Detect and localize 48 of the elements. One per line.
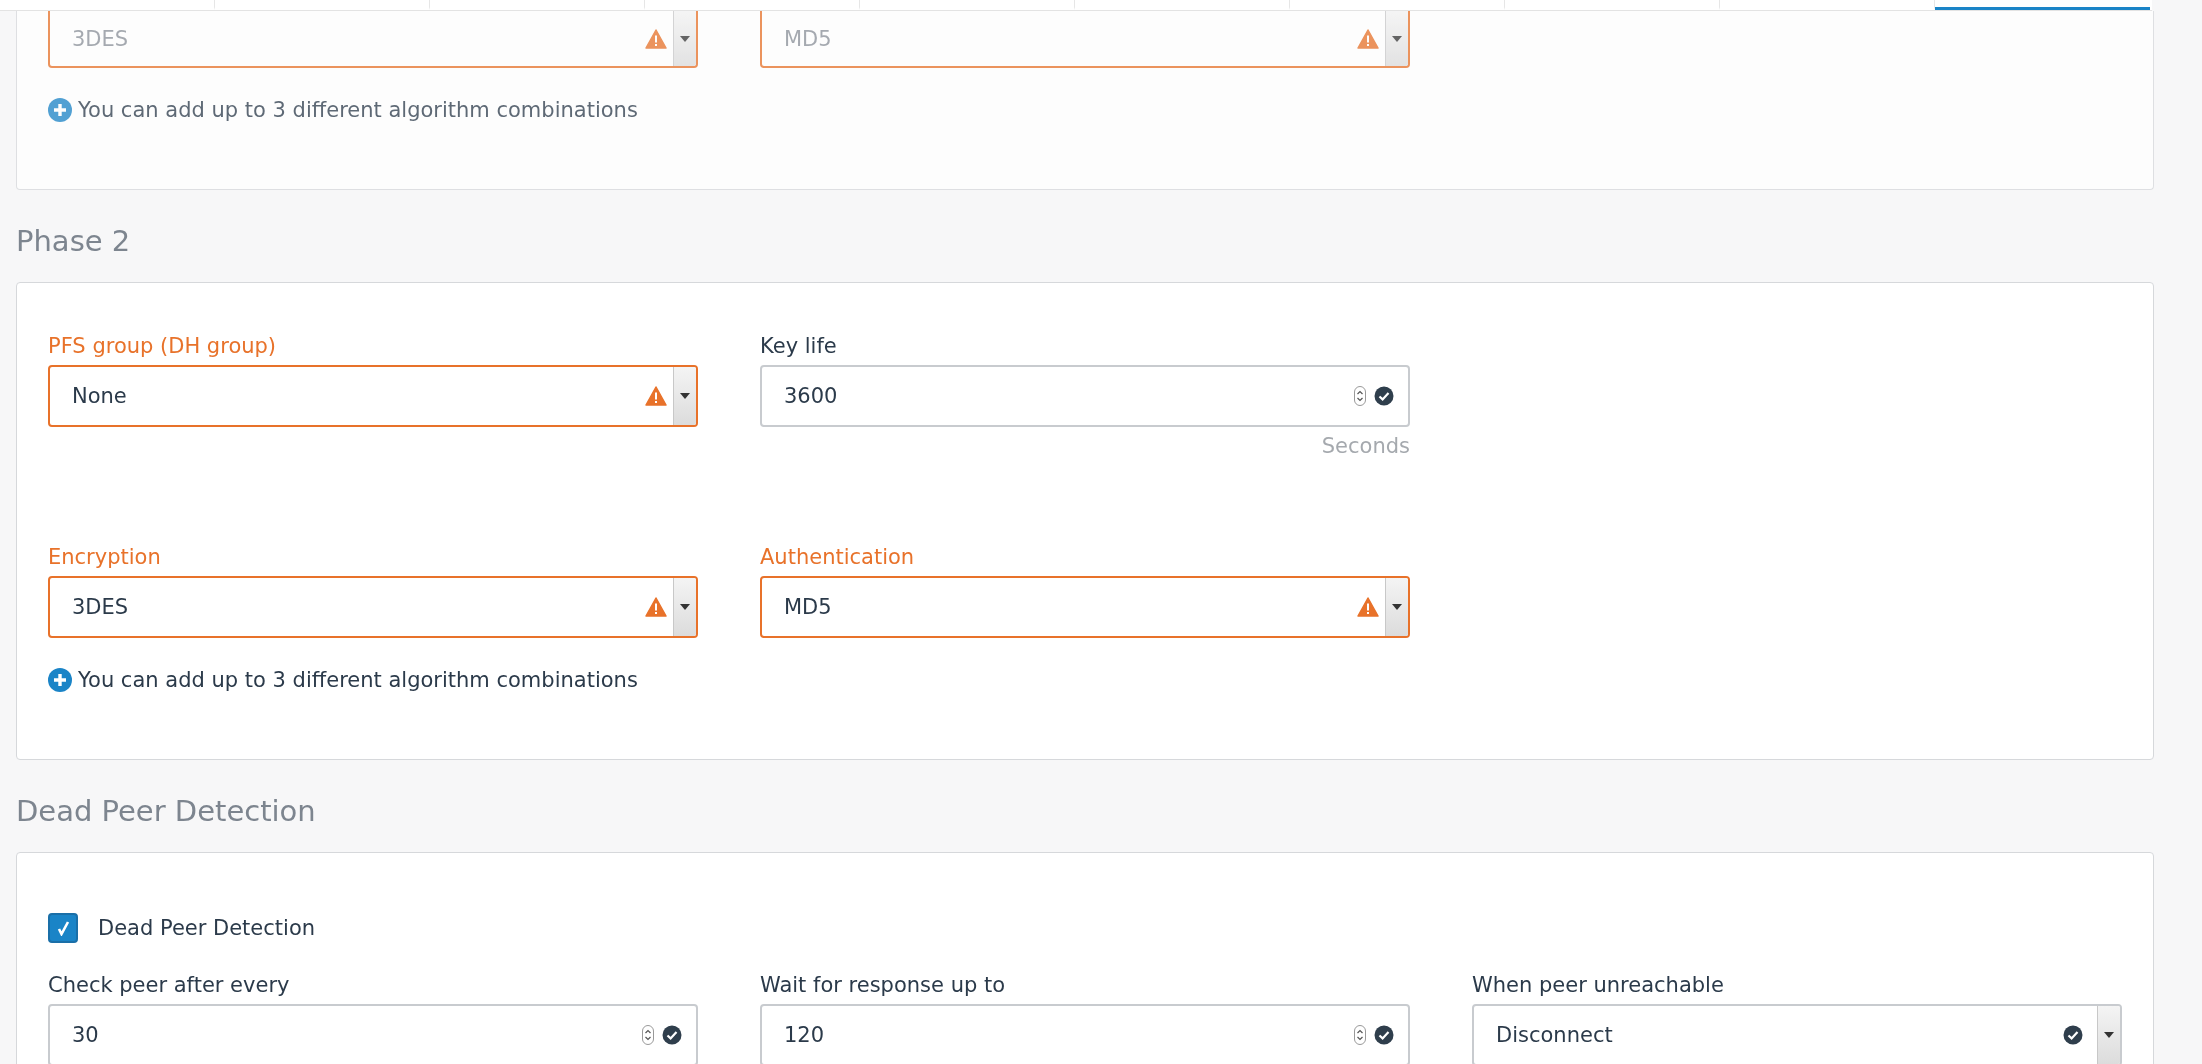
caret-icon (1392, 604, 1402, 610)
field-label: Check peer after every (48, 972, 291, 998)
warning-icon (1357, 597, 1379, 617)
number-field[interactable]: 30 (48, 1004, 698, 1064)
field-label: Wait for response up to (760, 972, 1007, 998)
check-circle-icon (2063, 1025, 2083, 1045)
check-circle-icon (1374, 1025, 1394, 1045)
add-combination-hint: You can add up to 3 different algorithm combinations (78, 98, 638, 122)
add-icon[interactable] (48, 98, 72, 122)
check-icon (55, 920, 71, 936)
caret-icon (680, 393, 690, 399)
number-field[interactable]: 3600 (760, 365, 1410, 427)
warning-icon (645, 597, 667, 617)
checkbox-label: Dead Peer Detection (98, 916, 316, 940)
dropdown-caret-button[interactable] (673, 11, 696, 66)
dropdown-field[interactable]: None (48, 365, 698, 427)
number-field[interactable]: 120 (760, 1004, 1410, 1064)
dropdown-caret-button[interactable] (673, 367, 696, 425)
warning-icon (1357, 28, 1379, 49)
dropdown-caret-button[interactable] (1385, 578, 1408, 636)
spinner-arrows-icon[interactable] (1354, 386, 1366, 406)
dropdown-caret-button[interactable] (2097, 1006, 2120, 1064)
field-label: When peer unreachable (1472, 972, 1725, 998)
dropdown-field[interactable]: Disconnect (1472, 1004, 2122, 1064)
checkbox[interactable] (48, 913, 78, 943)
section-heading: Dead Peer Detection (16, 794, 317, 828)
dropdown-caret-button[interactable] (673, 578, 696, 636)
unit-label: Seconds (1321, 433, 1410, 459)
spinner-arrows-icon[interactable] (642, 1025, 654, 1045)
warning-icon (645, 28, 667, 49)
check-circle-icon (662, 1025, 682, 1045)
check-circle-icon (1374, 386, 1394, 406)
caret-icon (680, 35, 690, 42)
field-label: PFS group (DH group) (48, 333, 278, 359)
field-label: Authentication (760, 544, 916, 570)
dropdown-caret-button[interactable] (1385, 11, 1408, 66)
warning-icon (645, 386, 667, 406)
add-combination-hint: You can add up to 3 different algorithm combinations (78, 668, 638, 692)
dropdown-field[interactable]: MD5 (760, 576, 1410, 638)
caret-icon (2104, 1032, 2114, 1038)
caret-icon (1392, 35, 1402, 42)
caret-icon (680, 604, 690, 610)
dropdown-field[interactable]: 3DES (48, 576, 698, 638)
section-heading: Phase 2 (16, 224, 132, 258)
add-icon[interactable] (48, 668, 72, 692)
field-label: Key life (760, 333, 838, 359)
spinner-arrows-icon[interactable] (1354, 1025, 1366, 1045)
field-label: Encryption (48, 544, 162, 570)
